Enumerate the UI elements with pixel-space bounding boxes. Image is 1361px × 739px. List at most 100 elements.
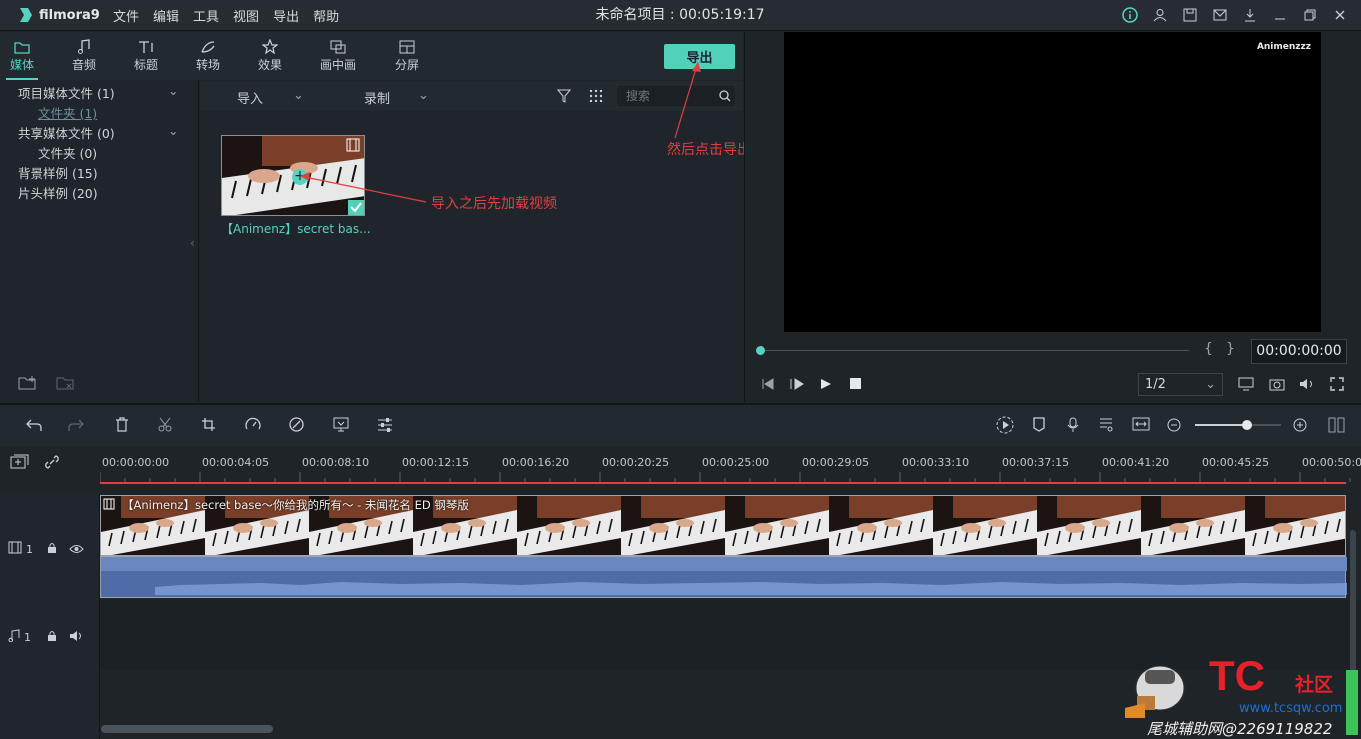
delete-icon[interactable] (115, 417, 129, 435)
menu-view[interactable]: 视图 (233, 6, 259, 25)
chevron-down-icon[interactable]: ⌄ (168, 123, 178, 138)
tree-backgrounds[interactable]: 背景样例 (15) (18, 163, 98, 182)
new-folder-icon[interactable] (18, 375, 38, 394)
snapshot-icon[interactable] (1269, 377, 1285, 394)
clip-title: 【Animenz】secret base～你给我的所有～ - 未闻花名 ED 钢… (122, 498, 469, 512)
level-meter (1346, 670, 1358, 735)
zoom-in-icon[interactable] (1293, 418, 1307, 435)
tab-media-label: 媒体 (9, 58, 34, 72)
watermark-logo-text: TC (1209, 652, 1265, 699)
link-icon[interactable] (44, 454, 60, 473)
audio-mixer-icon[interactable] (1099, 417, 1113, 435)
menu-export[interactable]: 导出 (273, 6, 299, 25)
render-icon[interactable] (996, 416, 1014, 437)
download-icon[interactable] (1239, 4, 1261, 26)
mail-icon[interactable] (1209, 4, 1231, 26)
lock-icon[interactable] (47, 542, 57, 557)
timeline-ruler[interactable]: 00:00:00:00 00:00:04:05 00:00:08:10 00:0… (0, 446, 1361, 494)
tab-titles[interactable]: 标题 (120, 38, 172, 73)
play-frame-icon[interactable] (790, 378, 804, 393)
menu-bar: 文件 编辑 工具 视图 导出 帮助 (113, 0, 353, 31)
tab-audio[interactable]: 音频 (58, 38, 110, 73)
adjust-icon[interactable] (377, 417, 393, 435)
title-bar: filmora9 文件 编辑 工具 视图 导出 帮助 未命名项目 : 00:05… (0, 0, 1361, 31)
lock-icon[interactable] (47, 630, 57, 645)
tab-media[interactable]: 媒体 (0, 38, 48, 80)
preview-timecode: 00:00:00:00 (1251, 339, 1347, 364)
fullscreen-icon[interactable] (1330, 377, 1344, 394)
account-icon[interactable] (1149, 4, 1171, 26)
transition-icon (182, 38, 234, 56)
microphone-icon[interactable] (1067, 417, 1079, 436)
zoom-select[interactable]: 1/2 ⌄ (1138, 373, 1223, 396)
horizontal-scrollbar[interactable] (101, 725, 273, 733)
zoom-out-icon[interactable] (1167, 418, 1181, 435)
waveform (101, 557, 1347, 595)
watermark-mascot-logo (1125, 665, 1185, 718)
menu-tools[interactable]: 工具 (193, 6, 219, 25)
watermark-url: www.tcsqw.com (1239, 701, 1343, 716)
tab-transitions[interactable]: 转场 (182, 38, 234, 73)
effects-icon (244, 38, 296, 56)
menu-edit[interactable]: 编辑 (153, 6, 179, 25)
close-icon[interactable] (1329, 4, 1351, 26)
collapse-panel-icon[interactable]: ‹ (190, 235, 195, 250)
play-icon[interactable] (820, 378, 832, 393)
mark-out-icon[interactable]: } (1226, 341, 1235, 357)
menu-help[interactable]: 帮助 (313, 6, 339, 25)
zoom-slider-thumb[interactable] (1242, 420, 1252, 430)
tree-folder-1[interactable]: 文件夹 (1) (38, 103, 97, 122)
tree-intros[interactable]: 片头样例 (20) (18, 183, 98, 202)
timeline-toolbar (0, 403, 1361, 446)
redo-icon[interactable] (68, 418, 84, 435)
ruler-label: 00:00:45:25 (1202, 456, 1270, 469)
stop-icon[interactable] (850, 378, 861, 389)
green-screen-icon[interactable] (333, 417, 349, 435)
tab-audio-label: 音频 (71, 58, 96, 72)
speed-icon[interactable] (245, 417, 261, 434)
zoom-value: 1/2 (1145, 377, 1166, 392)
annotation-load-video: 导入之后先加载视频 (431, 196, 557, 212)
window-controls (1119, 4, 1351, 26)
progress-track[interactable] (765, 350, 1189, 351)
mark-in-icon[interactable]: { (1204, 341, 1213, 357)
info-icon[interactable] (1119, 4, 1141, 26)
chevron-down-icon[interactable]: ⌄ (168, 83, 178, 98)
search-icon[interactable] (719, 90, 731, 105)
save-icon[interactable] (1179, 4, 1201, 26)
playhead-handle[interactable] (756, 346, 765, 355)
timeline-range-bar (100, 482, 1346, 484)
ruler-label: 00:00:12:15 (402, 456, 470, 469)
restore-icon[interactable] (1299, 4, 1321, 26)
tree-folder-0[interactable]: 文件夹 (0) (38, 143, 97, 162)
music-note-icon (8, 629, 20, 645)
marker-icon[interactable] (1033, 417, 1045, 435)
ruler-label: 00:00:16:20 (502, 456, 570, 469)
cut-icon[interactable] (158, 417, 172, 435)
display-settings-icon[interactable] (1238, 377, 1256, 394)
delete-folder-icon[interactable] (56, 375, 76, 394)
ruler-label: 00:00:00:00 (102, 456, 170, 469)
annotation-click-export: 然后点击导出 (667, 142, 751, 158)
filmora-logo-icon (20, 8, 32, 22)
ruler-label: 00:00:50:0 (1302, 456, 1361, 469)
annotation-arrows (299, 61, 701, 203)
title-icon (120, 38, 172, 56)
volume-icon[interactable] (1299, 377, 1315, 394)
tree-project-media[interactable]: 项目媒体文件 (1) (18, 83, 115, 102)
crop-icon[interactable] (201, 417, 216, 435)
menu-file[interactable]: 文件 (113, 6, 139, 25)
panel-toggle-icon[interactable] (1328, 417, 1346, 436)
tree-shared-media[interactable]: 共享媒体文件 (0) (18, 123, 115, 142)
fit-timeline-icon[interactable] (1132, 417, 1150, 434)
minimize-icon[interactable] (1269, 4, 1291, 26)
undo-icon[interactable] (26, 418, 42, 435)
ruler-label: 00:00:29:05 (802, 456, 870, 469)
add-track-icon[interactable] (10, 454, 30, 473)
eye-icon[interactable] (69, 543, 84, 557)
color-icon[interactable] (289, 417, 304, 435)
step-back-icon[interactable] (760, 378, 774, 393)
track-headers: 1 1 (0, 494, 100, 739)
speaker-icon[interactable] (69, 630, 84, 645)
audio-waveform-clip[interactable] (100, 556, 1347, 598)
